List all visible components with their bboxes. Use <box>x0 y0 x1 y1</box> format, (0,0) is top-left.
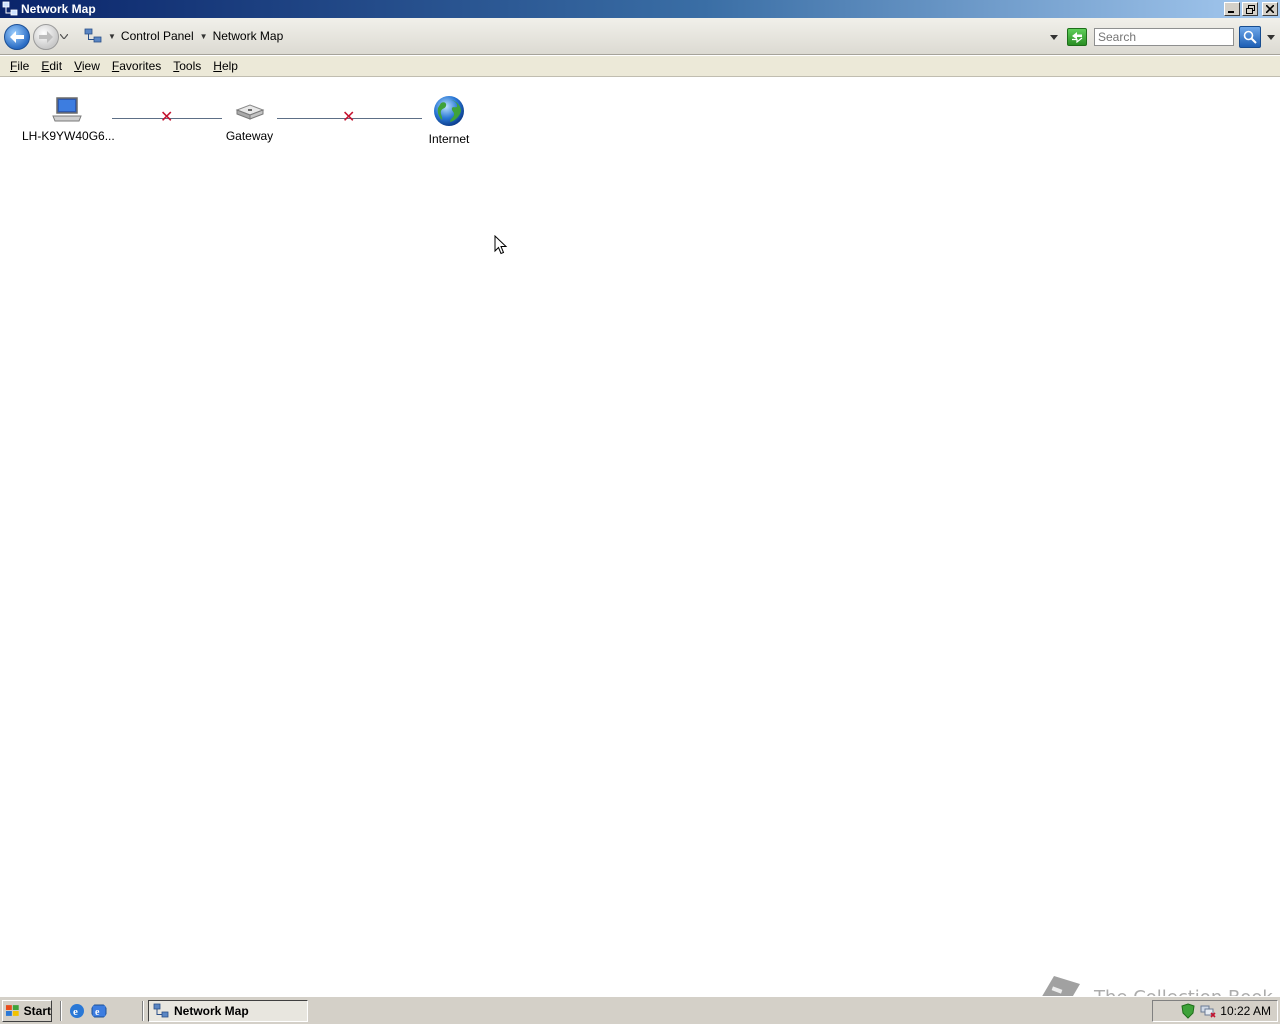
breadcrumb-separator-icon[interactable]: ▼ <box>108 32 116 41</box>
menu-view-accelerator: V <box>74 59 82 73</box>
network-map-view: LH-K9YW40G6... ✕ Gateway ✕ Internet <box>0 78 1280 996</box>
node-label-gateway: Gateway <box>225 129 274 143</box>
refresh-button[interactable] <box>1067 28 1087 46</box>
menu-edit[interactable]: Edit <box>35 59 68 73</box>
title-bar[interactable]: Network Map <box>0 0 1280 18</box>
menu-favorites-label: avorites <box>119 59 162 73</box>
gateway-icon <box>235 104 264 120</box>
menu-help-accelerator: H <box>213 59 222 73</box>
svg-text:e: e <box>73 1006 78 1018</box>
chevron-down-icon <box>59 33 69 40</box>
taskbar-item-network-map[interactable]: Network Map <box>148 1000 308 1022</box>
network-map-app-icon <box>153 1003 169 1018</box>
breadcrumb-network-map[interactable]: Network Map <box>213 29 284 43</box>
network-node-computer[interactable]: LH-K9YW40G6... <box>22 96 115 143</box>
taskbar: Start e e Network Map 10:22 AM <box>0 996 1280 1024</box>
search-options-dropdown[interactable] <box>1267 32 1275 42</box>
computer-icon <box>52 97 82 122</box>
windows-flag-icon <box>5 1005 19 1016</box>
node-label-computer: LH-K9YW40G6... <box>22 129 115 143</box>
menu-file[interactable]: File <box>4 59 35 73</box>
search-icon <box>1243 30 1257 44</box>
window-title: Network Map <box>21 2 96 16</box>
recent-pages-dropdown[interactable] <box>59 32 69 42</box>
node-label-internet: Internet <box>428 132 470 146</box>
search-input[interactable] <box>1094 28 1234 46</box>
address-history-dropdown[interactable] <box>1050 32 1058 42</box>
search-button[interactable] <box>1239 26 1261 48</box>
breadcrumb-separator-icon[interactable]: ▼ <box>200 32 208 41</box>
clock[interactable]: 10:22 AM <box>1220 1004 1271 1018</box>
taskbar-separator <box>142 1001 144 1021</box>
security-shield-icon[interactable] <box>1180 1003 1196 1019</box>
system-tray: 10:22 AM <box>1152 1000 1278 1022</box>
menu-help-label: elp <box>221 59 238 73</box>
start-button[interactable]: Start <box>2 1000 52 1022</box>
restore-button[interactable] <box>1242 2 1258 16</box>
back-button[interactable] <box>4 24 30 50</box>
menu-view[interactable]: View <box>68 59 106 73</box>
network-node-gateway[interactable]: Gateway <box>222 96 277 143</box>
svg-text:e: e <box>95 1007 100 1018</box>
close-button[interactable] <box>1262 2 1278 16</box>
internet-globe-icon <box>434 96 464 126</box>
menu-view-label: iew <box>81 59 100 73</box>
network-map-app-icon <box>2 1 18 16</box>
restore-icon <box>1245 4 1255 14</box>
disconnected-x-icon[interactable]: ✕ <box>342 110 355 126</box>
breadcrumb-control-panel[interactable]: Control Panel <box>121 29 194 43</box>
network-disconnected-icon[interactable] <box>1200 1003 1216 1019</box>
show-desktop-icon[interactable]: e <box>91 1003 107 1019</box>
chevron-down-icon <box>1267 35 1275 40</box>
menu-tools-label: ools <box>179 59 202 73</box>
minimize-icon <box>1228 11 1234 13</box>
back-arrow-icon <box>10 31 24 43</box>
close-icon <box>1266 5 1274 13</box>
network-map-location-icon <box>84 28 102 43</box>
start-label: Start <box>23 1004 51 1018</box>
mouse-pointer-icon <box>494 235 508 255</box>
internet-explorer-icon[interactable]: e <box>69 1003 85 1019</box>
taskbar-item-label: Network Map <box>174 1004 249 1018</box>
refresh-icon <box>1072 32 1083 43</box>
menu-help[interactable]: Help <box>207 59 244 73</box>
network-node-internet[interactable]: Internet <box>422 95 476 146</box>
disconnected-x-icon[interactable]: ✕ <box>160 110 173 126</box>
taskbar-separator <box>60 1001 62 1021</box>
forward-arrow-icon <box>39 31 53 43</box>
menu-favorites[interactable]: Favorites <box>106 59 167 73</box>
chevron-down-icon <box>1050 35 1058 40</box>
menu-tools[interactable]: Tools <box>167 59 207 73</box>
menu-edit-label: dit <box>49 59 63 73</box>
menu-file-label: ile <box>17 59 30 73</box>
address-toolbar: ▼ Control Panel ▼ Network Map <box>0 18 1280 55</box>
menu-bar: File Edit View Favorites Tools Help <box>0 56 1280 77</box>
address-field[interactable]: ▼ Control Panel ▼ Network Map <box>80 25 1066 47</box>
forward-button[interactable] <box>33 24 59 50</box>
minimize-button[interactable] <box>1224 2 1240 16</box>
